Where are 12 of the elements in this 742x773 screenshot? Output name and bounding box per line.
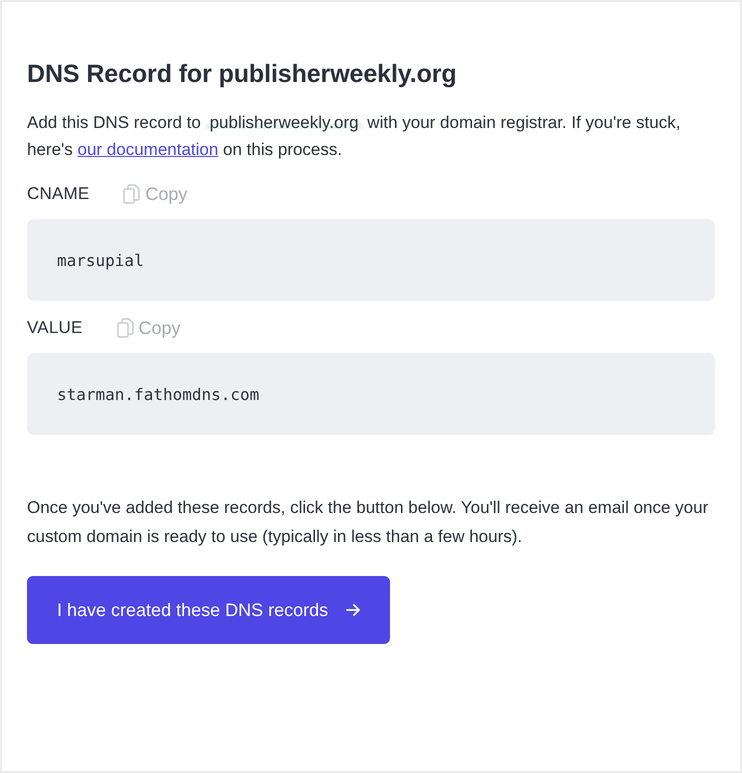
instruction-text: Once you've added these records, click the button below. You'll receive an email once your custom domain is ready to use (typically in less than a few hours). [27,497,710,548]
arrow-right-icon [346,604,360,616]
copy-icon [116,318,134,338]
record-value: marsupial [57,250,144,270]
record-label: CNAME [27,184,90,204]
documentation-link[interactable]: our documentation [78,140,218,159]
intro-text: Add this DNS record to publisherweekly.org with your domain registrar. If you're stuck, here's our documentation on this process. [27,112,682,161]
record-value: starman.fathomdns.com [57,384,260,404]
confirm-button[interactable]: I have created these DNS records [27,576,390,644]
record-label: VALUE [27,318,82,338]
copy-icon [123,184,142,204]
page-title: DNS Record for publisherweekly.org [27,60,458,89]
